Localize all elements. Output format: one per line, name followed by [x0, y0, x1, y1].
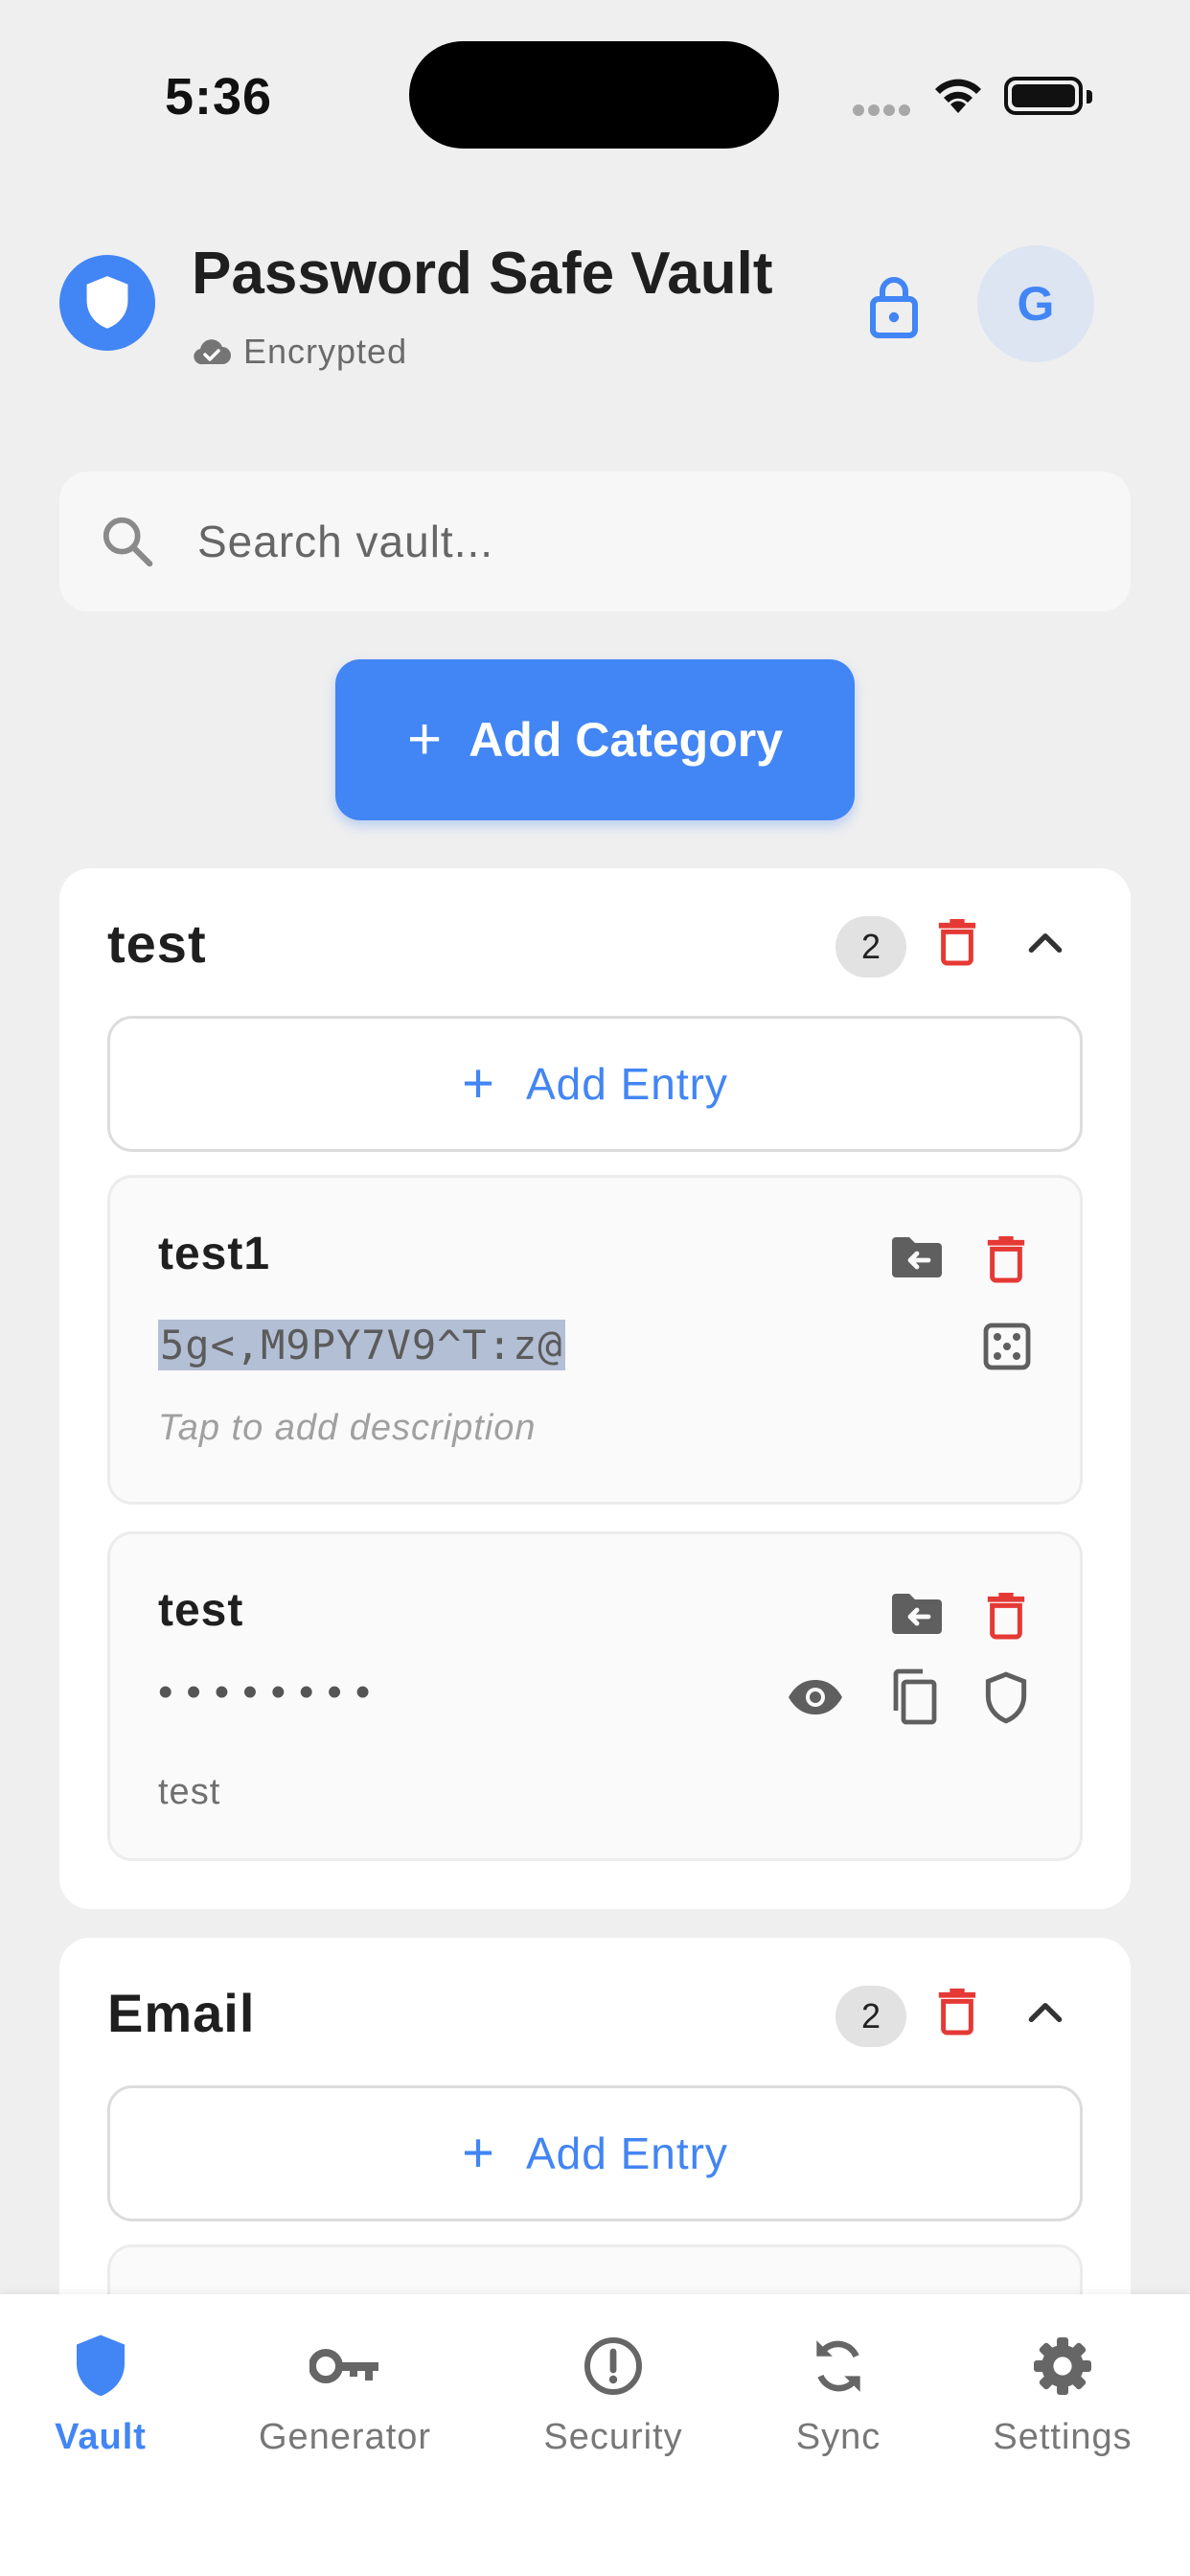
password-entry[interactable]: test1 5g<,M9PY7V9^T:z@ Tap to add descri…	[107, 1175, 1083, 1505]
collapse-category-button[interactable]	[1021, 918, 1069, 971]
add-entry-button[interactable]: + Add Entry	[107, 1016, 1083, 1152]
entry-name: test1	[158, 1229, 271, 1279]
chevron-up-icon	[1028, 933, 1063, 954]
dynamic-island	[409, 41, 779, 149]
entry-name: test	[158, 1585, 244, 1636]
delete-category-button[interactable]	[935, 1984, 979, 2042]
generate-password-button[interactable]	[982, 1322, 1032, 1376]
encryption-status-text: Encrypted	[243, 332, 408, 371]
add-entry-label: Add Entry	[525, 1059, 728, 1109]
avatar[interactable]: G	[977, 245, 1094, 362]
password-text-selected[interactable]: 5g<,M9PY7V9^T:z@	[158, 1320, 565, 1370]
trash-icon	[938, 919, 976, 966]
page-title: Password Safe Vault	[192, 241, 773, 307]
folder-move-icon	[892, 1594, 942, 1634]
encryption-status: Encrypted	[192, 332, 407, 372]
bottom-navigation: Vault Generator Security Sync Settings	[0, 2294, 1190, 2576]
shield-icon	[77, 2334, 125, 2397]
shield-logo-icon	[59, 255, 155, 351]
security-check-button[interactable]	[982, 1670, 1030, 1731]
search-icon	[103, 517, 153, 567]
copy-password-button[interactable]	[888, 1668, 938, 1731]
add-entry-label: Add Entry	[525, 2128, 728, 2178]
status-bar: 5:36	[0, 0, 1190, 172]
plus-icon: +	[462, 2122, 495, 2184]
dice-icon	[983, 1322, 1031, 1370]
battery-icon	[1004, 77, 1092, 115]
delete-category-button[interactable]	[935, 914, 979, 973]
lock-vault-button[interactable]	[860, 268, 927, 345]
nav-label: Vault	[55, 2417, 147, 2457]
category-title: Email	[107, 1983, 256, 2043]
entry-description[interactable]: test	[158, 1772, 220, 1813]
cellular-signal-icon	[853, 104, 914, 121]
key-icon	[309, 2349, 378, 2383]
password-entry[interactable]: test •••••••• test	[107, 1531, 1083, 1861]
trash-icon	[987, 1593, 1025, 1640]
alert-circle-icon	[584, 2337, 642, 2395]
entry-count-badge: 2	[835, 1986, 906, 2047]
description-placeholder[interactable]: Tap to add description	[158, 1408, 537, 1449]
lock-icon	[870, 277, 918, 338]
wifi-icon	[931, 75, 985, 120]
nav-tab-generator[interactable]: Generator	[235, 2323, 455, 2458]
nav-label: Settings	[993, 2417, 1133, 2457]
entry-count-badge: 2	[835, 916, 906, 978]
app-header: Password Safe Vault Encrypted G	[0, 230, 1190, 393]
nav-tab-sync[interactable]: Sync	[728, 2323, 949, 2458]
status-time: 5:36	[165, 68, 273, 126]
add-category-button[interactable]: + Add Category	[335, 659, 855, 820]
search-input[interactable]	[197, 516, 1060, 567]
move-entry-button[interactable]	[890, 1592, 944, 1641]
copy-icon	[893, 1668, 937, 1725]
password-masked: ••••••••	[158, 1668, 384, 1715]
gear-icon	[1034, 2337, 1091, 2395]
category-title: test	[107, 913, 207, 974]
plus-icon: +	[462, 1052, 495, 1115]
nav-tab-settings[interactable]: Settings	[952, 2323, 1173, 2458]
show-password-button[interactable]	[787, 1678, 844, 1721]
nav-label: Sync	[795, 2417, 881, 2457]
trash-icon	[987, 1236, 1025, 1283]
folder-move-icon	[892, 1237, 942, 1277]
shield-icon	[985, 1671, 1027, 1724]
cloud-check-icon	[194, 339, 231, 365]
collapse-category-button[interactable]	[1021, 1988, 1069, 2040]
nav-tab-security[interactable]: Security	[503, 2323, 723, 2458]
search-bar	[59, 472, 1131, 611]
chevron-up-icon	[1028, 2003, 1063, 2023]
nav-tab-vault[interactable]: Vault	[0, 2323, 211, 2458]
trash-icon	[938, 1989, 976, 2036]
category-card: test 2 + Add Entry test1 5g<,M9PY7V9^T:z…	[59, 868, 1131, 1909]
add-entry-button[interactable]: + Add Entry	[107, 2085, 1083, 2221]
delete-entry-button[interactable]	[984, 1588, 1028, 1646]
eye-icon	[789, 1680, 842, 1714]
nav-label: Generator	[258, 2417, 432, 2457]
plus-icon: +	[406, 706, 443, 772]
nav-label: Security	[543, 2417, 683, 2457]
add-category-label: Add Category	[469, 713, 784, 767]
delete-entry-button[interactable]	[984, 1231, 1028, 1290]
move-entry-button[interactable]	[890, 1235, 944, 1284]
sync-icon	[816, 2340, 860, 2392]
